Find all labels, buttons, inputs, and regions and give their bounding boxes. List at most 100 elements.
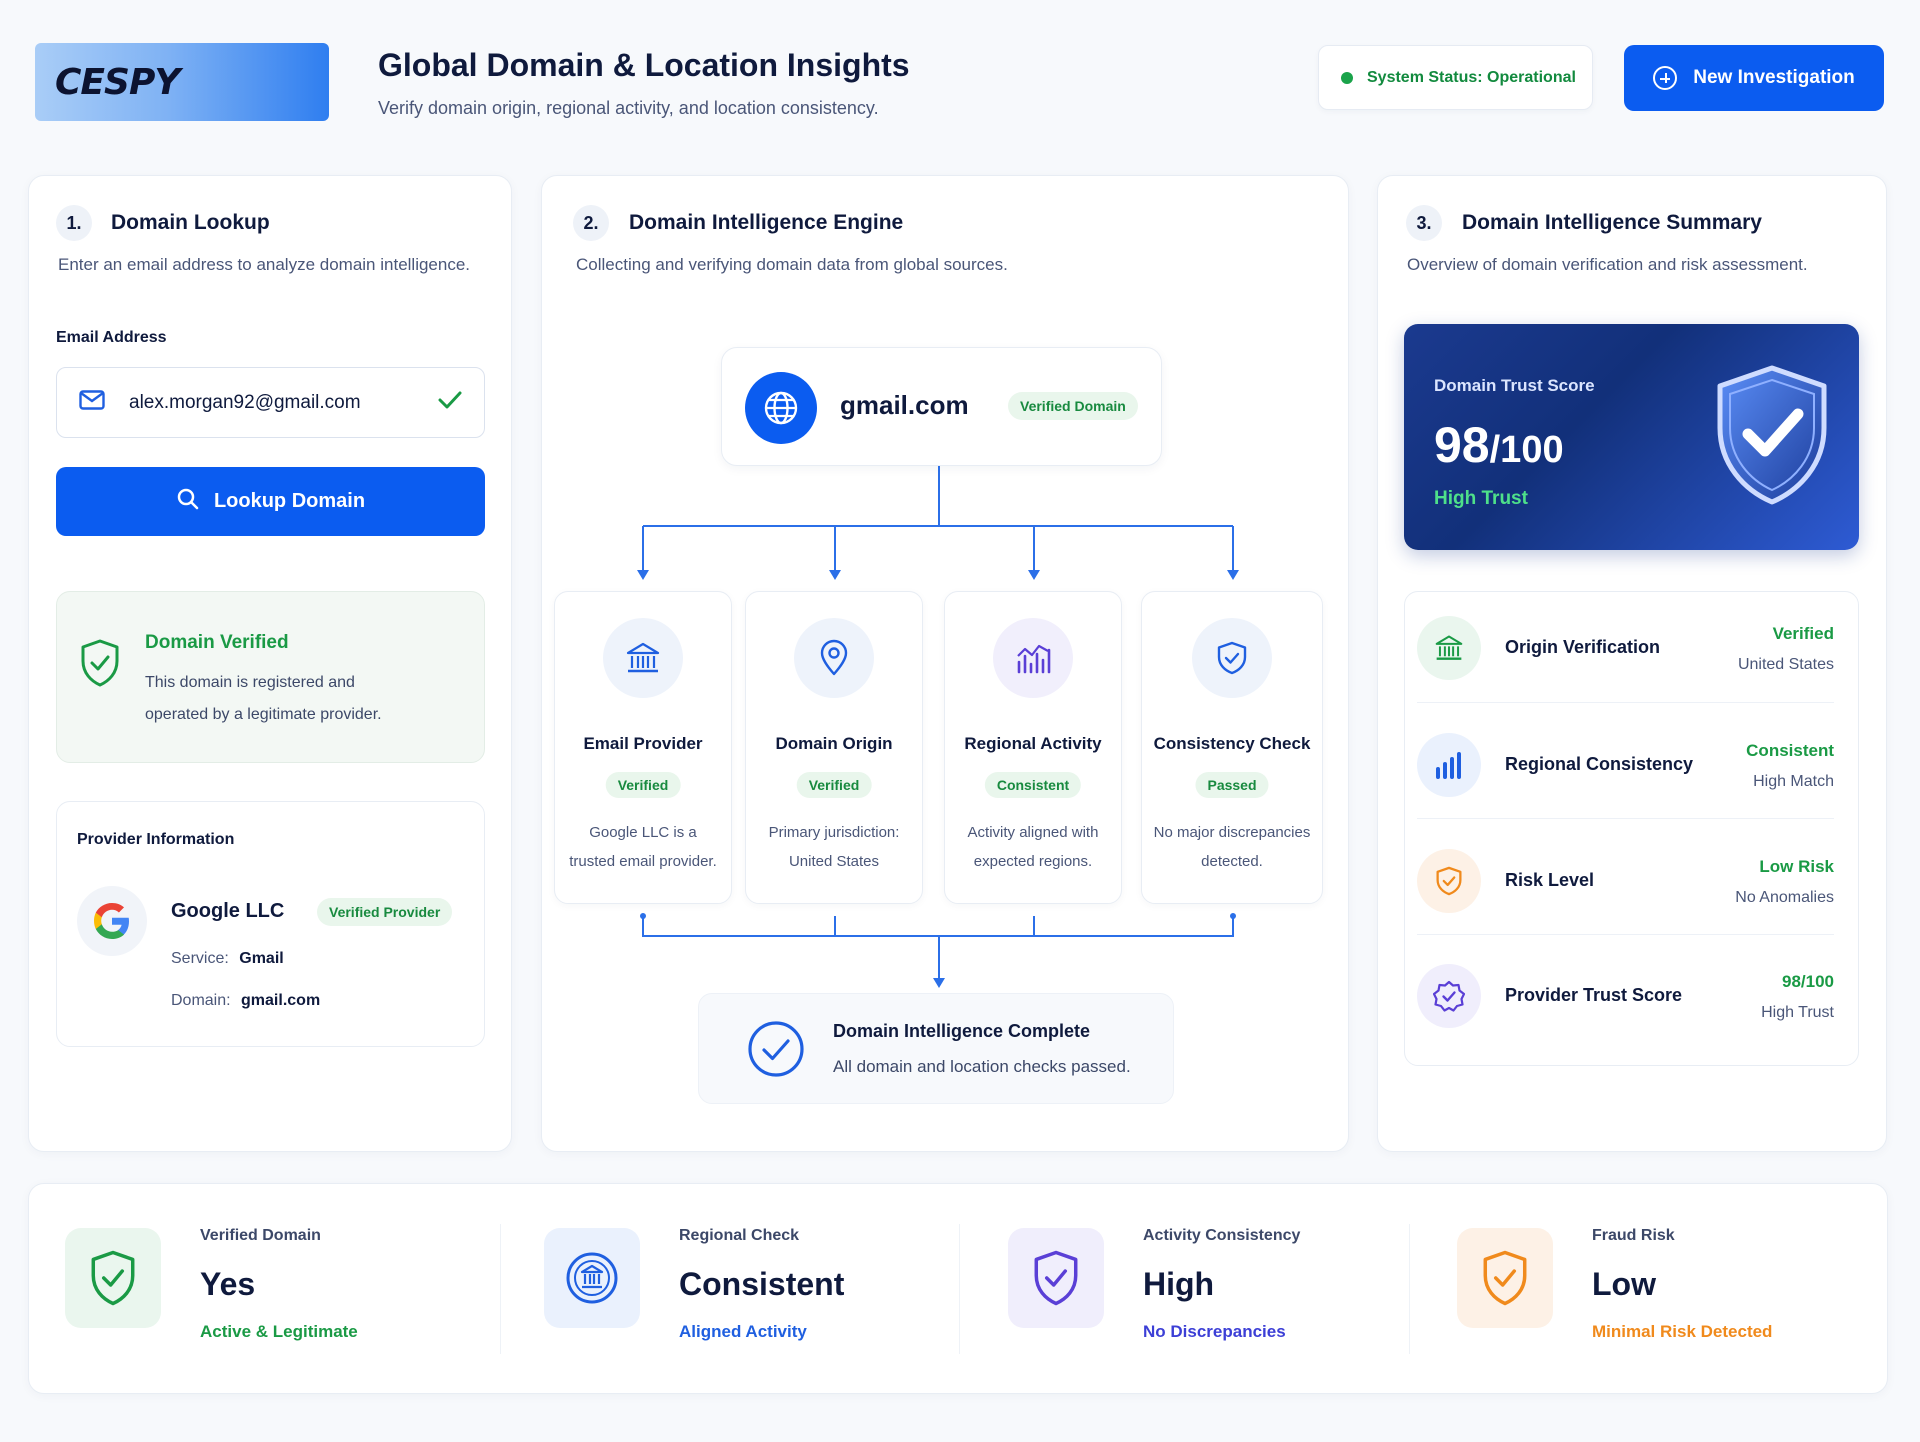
- shield-check-icon: [1710, 362, 1834, 515]
- logo: CESPY: [35, 43, 329, 121]
- domain-verified-title: Domain Verified: [145, 632, 289, 653]
- summary-row-sub: High Match: [1753, 773, 1834, 790]
- summary-row-sub: High Trust: [1761, 1004, 1834, 1021]
- stat-fraud-risk: Fraud Risk Low Minimal Risk Detected: [1457, 1184, 1877, 1395]
- summary-row-regional: Regional Consistency Consistent High Mat…: [1417, 719, 1834, 815]
- domain-verified-card: Domain Verified This domain is registere…: [56, 591, 485, 763]
- regional-activity-card: Regional Activity Consistent Activity al…: [944, 591, 1122, 904]
- new-investigation-button[interactable]: New Investigation: [1624, 45, 1884, 111]
- divider: [500, 1224, 501, 1354]
- domain-verified-line1: This domain is registered and: [145, 674, 355, 691]
- service-row: Service: Gmail: [171, 950, 284, 968]
- engine-card-description: Google LLC is a trusted email provider.: [563, 818, 723, 876]
- lookup-domain-button[interactable]: Lookup Domain: [56, 467, 485, 536]
- engine-card-title: Regional Activity: [964, 734, 1102, 753]
- summary-row-label: Provider Trust Score: [1505, 985, 1683, 1005]
- engine-card-description: Primary jurisdiction: United States: [754, 818, 914, 876]
- divider: [1417, 934, 1834, 935]
- provider-name: Google LLC: [171, 900, 285, 922]
- complete-description: All domain and location checks passed.: [833, 1057, 1131, 1076]
- panel-description: Enter an email address to analyze domain…: [58, 255, 471, 274]
- engine-card-status: Consistent: [984, 772, 1082, 798]
- panel-title: Domain Lookup: [111, 211, 270, 234]
- panel-title: Domain Intelligence Engine: [629, 211, 904, 234]
- globe-building-icon: [544, 1228, 640, 1328]
- domain-trust-score-card: Domain Trust Score 98/100 High Trust: [1404, 324, 1859, 550]
- logo-text: CESPY: [55, 61, 180, 103]
- engine-card-line1: Activity aligned with: [967, 824, 1099, 841]
- summary-row-status: Verified: [1772, 624, 1834, 643]
- engine-card-status: Verified: [605, 772, 681, 798]
- summary-row-status: 98/100: [1782, 972, 1834, 991]
- stat-verified-domain: Verified Domain Yes Active & Legitimate: [65, 1184, 485, 1395]
- service-label: Service:: [171, 950, 229, 967]
- provider-info-card: Provider Information Google LLC Verified…: [56, 801, 485, 1047]
- engine-card-line2: detected.: [1201, 853, 1263, 870]
- domain-origin-card: Domain Origin Verified Primary jurisdict…: [745, 591, 923, 904]
- complete-title: Domain Intelligence Complete: [833, 1021, 1091, 1041]
- engine-card-line1: No major discrepancies: [1153, 824, 1311, 841]
- engine-card-line2: United States: [788, 853, 880, 870]
- bottom-stats-bar: Verified Domain Yes Active & Legitimate …: [28, 1183, 1888, 1394]
- email-provider-card: Email Provider Verified Google LLC is a …: [554, 591, 732, 904]
- divider: [1417, 702, 1834, 703]
- bank-icon: [1417, 616, 1481, 680]
- shield-check-icon: [1417, 849, 1481, 913]
- engine-card-status: Verified: [796, 772, 872, 798]
- engine-card-title: Email Provider: [583, 734, 703, 753]
- system-status-text: System Status: Operational: [1367, 68, 1576, 86]
- status-dot-icon: [1341, 71, 1353, 84]
- page-subtitle: Verify domain origin, regional activity,…: [378, 98, 879, 118]
- shield-check-icon: [65, 1228, 161, 1328]
- plus-circle-icon: [1653, 66, 1678, 90]
- search-icon: [176, 487, 200, 517]
- email-value: alex.morgan92@gmail.com: [129, 391, 361, 413]
- verified-provider-badge: Verified Provider: [317, 898, 453, 926]
- trust-label: Domain Trust Score: [1434, 376, 1595, 395]
- stat-subtext: No Discrepancies: [1143, 1322, 1286, 1341]
- intelligence-complete-card: Domain Intelligence Complete All domain …: [698, 993, 1174, 1104]
- stat-regional-check: Regional Check Consistent Aligned Activi…: [544, 1184, 964, 1395]
- google-logo-icon: [77, 886, 147, 956]
- provider-heading: Provider Information: [77, 831, 235, 848]
- stat-value: Yes: [200, 1266, 256, 1302]
- domain-label: Domain:: [171, 992, 231, 1009]
- consistency-check-card: Consistency Check Passed No major discre…: [1141, 591, 1323, 904]
- engine-card-description: No major discrepancies detected.: [1150, 818, 1314, 876]
- trust-level: High Trust: [1434, 488, 1528, 509]
- verified-badge-icon: [1417, 964, 1481, 1028]
- divider: [1417, 818, 1834, 819]
- engine-card-line2: expected regions.: [973, 853, 1093, 870]
- summary-row-status: Consistent: [1746, 741, 1834, 760]
- activity-chart-icon: [993, 618, 1073, 698]
- shield-check-icon: [79, 638, 121, 693]
- panel-description: Collecting and verifying domain data fro…: [576, 255, 1008, 274]
- summary-row-sub: United States: [1737, 656, 1834, 673]
- panel-title: Domain Intelligence Summary: [1462, 211, 1762, 234]
- email-label: Email Address: [56, 329, 167, 346]
- email-field[interactable]: alex.morgan92@gmail.com: [56, 367, 485, 438]
- domain-verified-line2: operated by a legitimate provider.: [145, 706, 382, 723]
- bar-chart-icon: [1417, 733, 1481, 797]
- summary-row-status: Low Risk: [1759, 857, 1834, 876]
- stat-activity-consistency: Activity Consistency High No Discrepanci…: [1008, 1184, 1428, 1395]
- divider: [959, 1224, 960, 1354]
- stat-subtext: Active & Legitimate: [200, 1322, 358, 1341]
- engine-card-line2: trusted email provider.: [569, 853, 717, 870]
- engine-card-status: Passed: [1195, 772, 1269, 798]
- stat-label: Activity Consistency: [1143, 1227, 1301, 1244]
- stat-label: Verified Domain: [200, 1227, 321, 1244]
- lookup-domain-label: Lookup Domain: [213, 490, 366, 512]
- step-badge: 2.: [573, 205, 609, 241]
- stat-subtext: Aligned Activity: [679, 1322, 807, 1341]
- summary-row-origin: Origin Verification Verified United Stat…: [1417, 602, 1834, 698]
- stat-value: Consistent: [679, 1266, 845, 1302]
- engine-card-description: Activity aligned with expected regions.: [953, 818, 1113, 876]
- shield-check-icon: [1008, 1228, 1104, 1328]
- shield-check-icon: [1192, 618, 1272, 698]
- trust-score-value: 98: [1434, 417, 1490, 473]
- system-status: System Status: Operational: [1318, 45, 1593, 110]
- summary-row-sub: No Anomalies: [1735, 889, 1834, 906]
- page-title: Global Domain & Location Insights: [378, 47, 910, 83]
- trust-score: 98/100: [1434, 416, 1564, 474]
